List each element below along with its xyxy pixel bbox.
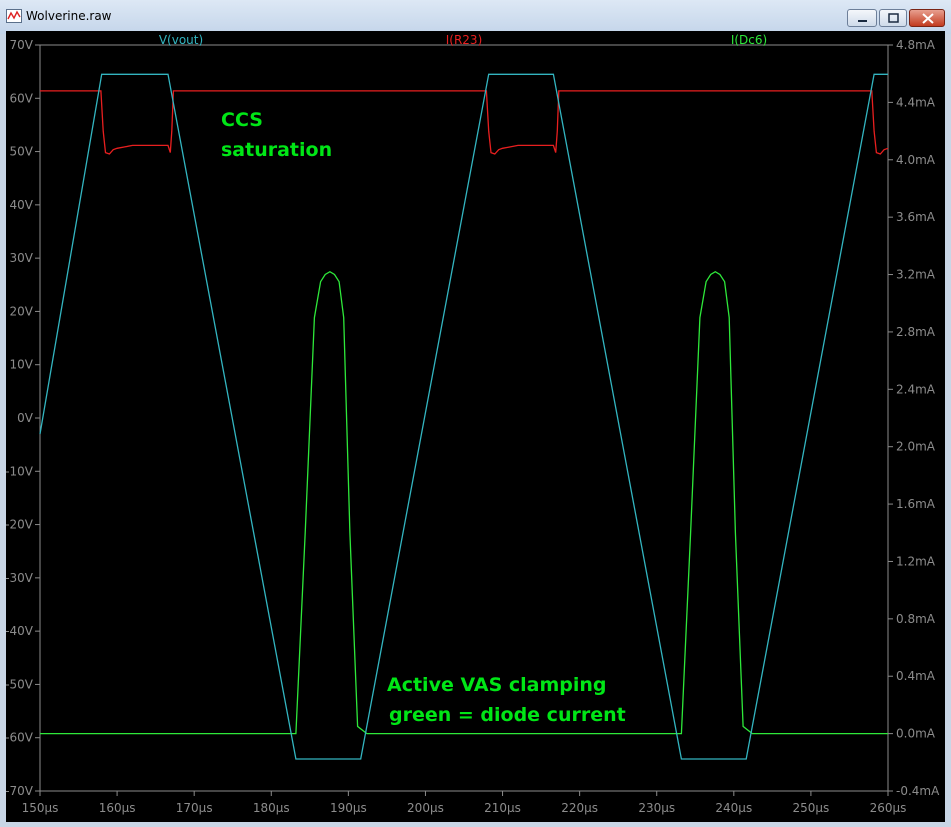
x-tick-label: 230µs bbox=[638, 801, 675, 815]
right-tick-label: 2.0mA bbox=[896, 440, 936, 454]
left-tick-label: 0V bbox=[17, 411, 34, 425]
trace-idc6 bbox=[40, 270, 888, 735]
legend-ir23[interactable]: I(R23) bbox=[446, 33, 483, 47]
left-tick-label: -50V bbox=[6, 677, 34, 691]
left-tick-label: -20V bbox=[6, 518, 34, 532]
x-tick-label: 210µs bbox=[484, 801, 521, 815]
left-tick-label: 50V bbox=[10, 145, 34, 159]
right-tick-label: 4.4mA bbox=[896, 95, 936, 109]
legend-vout[interactable]: V(vout) bbox=[159, 33, 203, 47]
right-tick-label: -0.4mA bbox=[896, 784, 940, 798]
right-tick-label: 2.8mA bbox=[896, 325, 936, 339]
right-tick-label: 0.0mA bbox=[896, 727, 936, 741]
right-tick-label: 0.4mA bbox=[896, 669, 936, 683]
x-tick-label: 190µs bbox=[330, 801, 367, 815]
left-tick-label: -40V bbox=[6, 624, 34, 638]
x-tick-label: 220µs bbox=[561, 801, 598, 815]
x-tick-label: 150µs bbox=[22, 801, 59, 815]
waveform-app-icon bbox=[6, 9, 22, 23]
right-tick-label: 0.8mA bbox=[896, 612, 936, 626]
left-tick-label: -10V bbox=[6, 464, 34, 478]
left-tick-label: 10V bbox=[10, 358, 34, 372]
restore-icon bbox=[888, 13, 899, 23]
annotation-diode-current: green = diode current bbox=[389, 704, 626, 726]
waveform-chart[interactable]: 150µs 160µs 170µs 180µs 190µs 200µs 210µs 220µs… bbox=[6, 31, 945, 822]
left-tick-label: 40V bbox=[10, 198, 34, 212]
close-button[interactable] bbox=[909, 9, 945, 27]
right-tick-label: 3.2mA bbox=[896, 268, 936, 282]
annotation-ccs: CCS bbox=[221, 109, 263, 131]
close-icon bbox=[922, 13, 934, 24]
x-tick-label: 180µs bbox=[253, 801, 290, 815]
left-tick-label: 20V bbox=[10, 304, 34, 318]
x-tick-label: 160µs bbox=[99, 801, 136, 815]
right-tick-label: 1.6mA bbox=[896, 497, 936, 511]
right-tick-label: 4.8mA bbox=[896, 38, 936, 52]
title-bar[interactable]: Wolverine.raw bbox=[0, 0, 951, 34]
maximize-button[interactable] bbox=[879, 9, 907, 27]
annotation-saturation: saturation bbox=[221, 139, 332, 161]
x-tick-label: 260µs bbox=[870, 801, 907, 815]
minimize-icon bbox=[858, 20, 867, 22]
x-tick-label: 250µs bbox=[793, 801, 830, 815]
right-tick-label: 4.0mA bbox=[896, 153, 936, 167]
left-tick-label: -30V bbox=[6, 571, 34, 585]
trace-ir23 bbox=[40, 90, 889, 155]
left-tick-label: 70V bbox=[10, 38, 34, 52]
x-tick-label: 200µs bbox=[407, 801, 444, 815]
left-tick-label: 60V bbox=[10, 91, 34, 105]
left-tick-label: -70V bbox=[6, 784, 34, 798]
minimize-button[interactable] bbox=[847, 9, 877, 27]
x-tick-label: 170µs bbox=[176, 801, 213, 815]
right-tick-label: 2.4mA bbox=[896, 382, 936, 396]
trace-vout bbox=[39, 73, 888, 760]
left-tick-label: -60V bbox=[6, 731, 34, 745]
app-window: Wolverine.raw 150µs 160µs 170µs 180µs 190µs 2… bbox=[0, 0, 951, 827]
plot-pane[interactable]: 150µs 160µs 170µs 180µs 190µs 200µs 210µs 220µs… bbox=[6, 31, 945, 822]
right-tick-label: 1.2mA bbox=[896, 554, 936, 568]
x-tick-label: 240µs bbox=[715, 801, 752, 815]
window-title: Wolverine.raw bbox=[26, 9, 112, 23]
left-tick-label: 30V bbox=[10, 251, 34, 265]
right-tick-label: 3.6mA bbox=[896, 210, 936, 224]
legend-idc6[interactable]: I(Dc6) bbox=[731, 33, 767, 47]
annotation-vas-clamping: Active VAS clamping bbox=[387, 674, 607, 696]
